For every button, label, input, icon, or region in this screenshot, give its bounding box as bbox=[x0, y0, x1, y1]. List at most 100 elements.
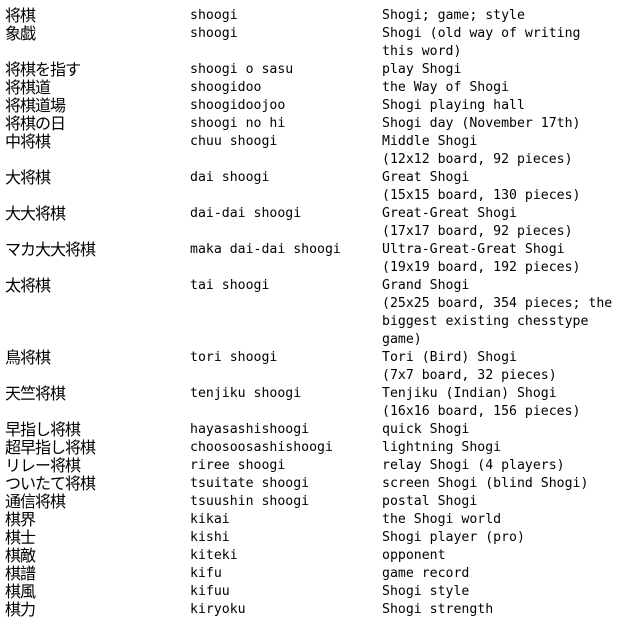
kanji-term: 中将棋 bbox=[5, 132, 51, 151]
kanji-term: 天竺将棋 bbox=[5, 384, 66, 403]
vocabulary-rows: 将棋 shoogi Shogi; game; style 象戯 shoogi Shogi … bbox=[5, 7, 622, 619]
meaning-line: the Way of Shogi bbox=[382, 80, 510, 95]
english-meaning: relay Shogi (4 players) bbox=[382, 457, 622, 475]
kanji-term: 将棋の日 bbox=[5, 114, 66, 133]
kanji-term: 棋譜 bbox=[5, 564, 36, 583]
romaji-reading: shoogi no hi bbox=[190, 116, 286, 131]
meaning-line: (12x12 board, 92 pieces) bbox=[382, 152, 573, 167]
meaning-line: the Shogi world bbox=[382, 512, 502, 527]
meaning-line: Shogi player (pro) bbox=[382, 530, 525, 545]
vocab-row: マカ大大将棋 maka dai-dai shoogi Ultra-Great-Gre… bbox=[5, 241, 622, 277]
english-meaning: Ultra-Great-Great Shogi (19x19 board, 192… bbox=[382, 241, 622, 277]
romaji-reading: dai shoogi bbox=[190, 170, 270, 185]
vocab-row: 棋界 kikai the Shogi world bbox=[5, 511, 622, 529]
romaji-reading: choosoosashishoogi bbox=[190, 440, 333, 455]
english-meaning: Shogi strength bbox=[382, 601, 622, 619]
meaning-line: (16x16 board, 156 pieces) bbox=[382, 404, 581, 419]
vocab-row: 棋力 kiryoku Shogi strength bbox=[5, 601, 622, 619]
english-meaning: Tenjiku (Indian) Shogi (16x16 board, 156 … bbox=[382, 385, 622, 421]
romaji-reading: kishi bbox=[190, 530, 230, 545]
romaji-reading: kiryoku bbox=[190, 602, 246, 617]
meaning-line: Middle Shogi bbox=[382, 134, 478, 149]
vocab-row: 太将棋 tai shoogi Grand Shogi (25x25 board, 35… bbox=[5, 277, 622, 349]
kanji-term: 超早指し将棋 bbox=[5, 438, 96, 457]
english-meaning: Great Shogi (15x15 board, 130 pieces) bbox=[382, 169, 622, 205]
meaning-line: game) bbox=[382, 332, 422, 347]
meaning-line: biggest existing chesstype bbox=[382, 314, 589, 329]
meaning-line: Shogi; game; style bbox=[382, 8, 525, 23]
romaji-reading: tori shoogi bbox=[190, 350, 278, 365]
vocab-row: 棋風 kifuu Shogi style bbox=[5, 583, 622, 601]
meaning-line: (19x19 board, 192 pieces) bbox=[382, 260, 581, 275]
english-meaning: play Shogi bbox=[382, 61, 622, 79]
meaning-line: this word) bbox=[382, 44, 462, 59]
romaji-reading: shoogi bbox=[190, 8, 238, 23]
kanji-term: 早指し将棋 bbox=[5, 420, 81, 439]
meaning-line: lightning Shogi bbox=[382, 440, 502, 455]
english-meaning: Great-Great Shogi (17x17 board, 92 pieces… bbox=[382, 205, 622, 241]
meaning-line: Great Shogi bbox=[382, 170, 470, 185]
english-meaning: opponent bbox=[382, 547, 622, 565]
vocab-row: 棋敵 kiteki opponent bbox=[5, 547, 622, 565]
kanji-term: 将棋 bbox=[5, 6, 36, 25]
meaning-line: (17x17 board, 92 pieces) bbox=[382, 224, 573, 239]
romaji-reading: kifu bbox=[190, 566, 222, 581]
english-meaning: the Way of Shogi bbox=[382, 79, 622, 97]
meaning-line: (15x15 board, 130 pieces) bbox=[382, 188, 581, 203]
vocab-row: 象戯 shoogi Shogi (old way of writing this wo… bbox=[5, 25, 622, 61]
english-meaning: Tori (Bird) Shogi (7x7 board, 32 pieces) bbox=[382, 349, 622, 385]
meaning-line: postal Shogi bbox=[382, 494, 478, 509]
english-meaning: lightning Shogi bbox=[382, 439, 622, 457]
english-meaning: Shogi; game; style bbox=[382, 7, 622, 25]
romaji-reading: shoogidoo bbox=[190, 80, 262, 95]
vocab-row: 天竺将棋 tenjiku shoogi Tenjiku (Indian) Shogi… bbox=[5, 385, 622, 421]
romaji-reading: kiteki bbox=[190, 548, 238, 563]
kanji-term: ついたて将棋 bbox=[5, 474, 96, 493]
vocabulary-table: 将棋 shoogi Shogi; game; style 象戯 shoogi Shogi … bbox=[5, 7, 622, 619]
meaning-line: game record bbox=[382, 566, 470, 581]
meaning-line: screen Shogi (blind Shogi) bbox=[382, 476, 589, 491]
kanji-term: 将棋道 bbox=[5, 78, 51, 97]
english-meaning: Middle Shogi (12x12 board, 92 pieces) bbox=[382, 133, 622, 169]
kanji-term: 棋力 bbox=[5, 600, 36, 619]
meaning-line: opponent bbox=[382, 548, 446, 563]
english-meaning: the Shogi world bbox=[382, 511, 622, 529]
romaji-reading: shoogidoojoo bbox=[190, 98, 286, 113]
meaning-line: play Shogi bbox=[382, 62, 462, 77]
vocab-row: 将棋道場 shoogidoojoo Shogi playing hall bbox=[5, 97, 622, 115]
english-meaning: Shogi (old way of writing this word) bbox=[382, 25, 622, 61]
meaning-line: Shogi strength bbox=[382, 602, 494, 617]
meaning-line: quick Shogi bbox=[382, 422, 470, 437]
vocab-row: 中将棋 chuu shoogi Middle Shogi (12x12 board, … bbox=[5, 133, 622, 169]
english-meaning: Shogi player (pro) bbox=[382, 529, 622, 547]
meaning-line: Shogi playing hall bbox=[382, 98, 525, 113]
vocab-row: 将棋 shoogi Shogi; game; style bbox=[5, 7, 622, 25]
english-meaning: Shogi style bbox=[382, 583, 622, 601]
kanji-term: 鳥将棋 bbox=[5, 348, 51, 367]
kanji-term: 太将棋 bbox=[5, 276, 51, 295]
meaning-line: (25x25 board, 354 pieces; the bbox=[382, 296, 613, 311]
romaji-reading: maka dai-dai shoogi bbox=[190, 242, 341, 257]
kanji-term: 棋風 bbox=[5, 582, 36, 601]
vocab-row: 棋譜 kifu game record bbox=[5, 565, 622, 583]
romaji-reading: shoogi bbox=[190, 26, 238, 41]
romaji-reading: tai shoogi bbox=[190, 278, 270, 293]
meaning-line: Tori (Bird) Shogi bbox=[382, 350, 517, 365]
english-meaning: screen Shogi (blind Shogi) bbox=[382, 475, 622, 493]
kanji-term: 大将棋 bbox=[5, 168, 51, 187]
kanji-term: リレー将棋 bbox=[5, 456, 81, 475]
kanji-term: 棋界 bbox=[5, 510, 36, 529]
meaning-line: Ultra-Great-Great Shogi bbox=[382, 242, 565, 257]
vocab-row: 将棋を指す shoogi o sasu play Shogi bbox=[5, 61, 622, 79]
romaji-reading: chuu shoogi bbox=[190, 134, 278, 149]
meaning-line: Grand Shogi bbox=[382, 278, 470, 293]
english-meaning: postal Shogi bbox=[382, 493, 622, 511]
kanji-term: 大大将棋 bbox=[5, 204, 66, 223]
romaji-reading: riree shoogi bbox=[190, 458, 286, 473]
kanji-term: 将棋を指す bbox=[5, 60, 81, 79]
vocab-row: 通信将棋 tsuushin shoogi postal Shogi bbox=[5, 493, 622, 511]
kanji-term: 通信将棋 bbox=[5, 492, 66, 511]
meaning-line: Tenjiku (Indian) Shogi bbox=[382, 386, 557, 401]
kanji-term: 象戯 bbox=[5, 24, 36, 43]
english-meaning: quick Shogi bbox=[382, 421, 622, 439]
